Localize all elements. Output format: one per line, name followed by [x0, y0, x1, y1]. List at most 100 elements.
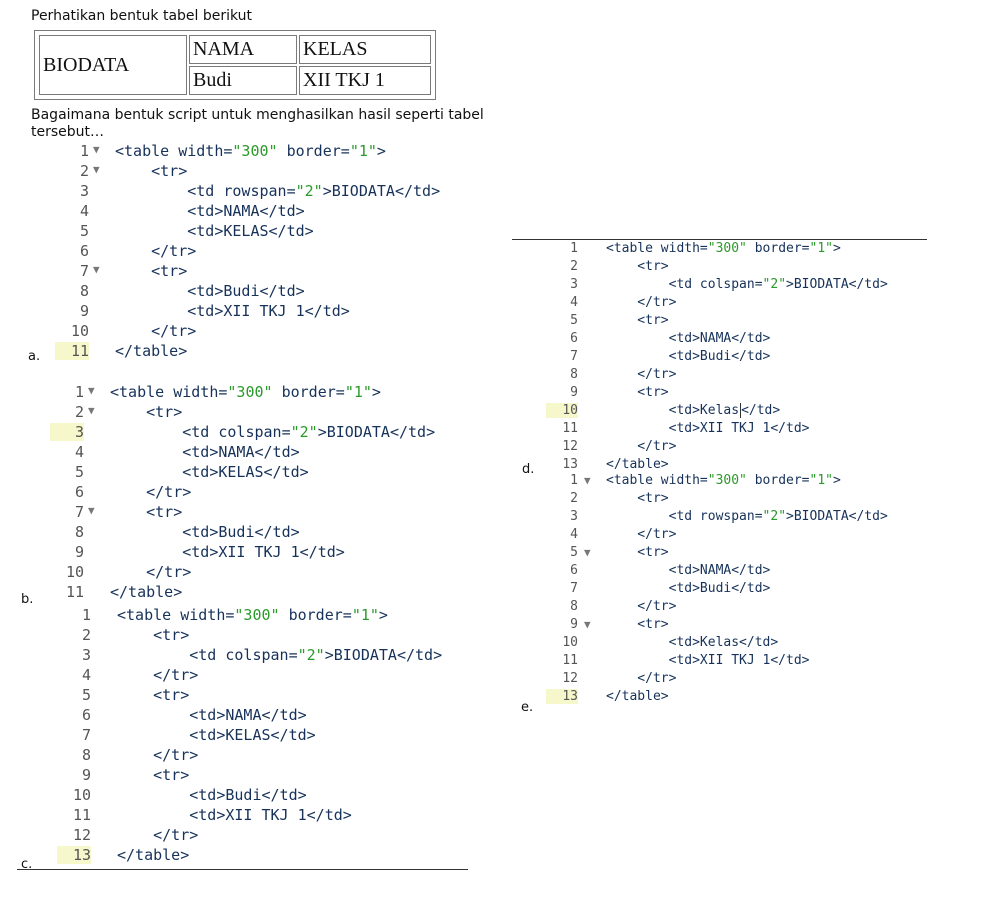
code-line: 1 ▼ <table width="300" border="1">	[55, 142, 475, 162]
code-text: <td>NAMA</td>	[606, 563, 771, 578]
code-text: <td>Kelas</td>	[606, 403, 781, 418]
code-text: <tr>	[606, 545, 669, 560]
code-line: 8 </tr>	[546, 599, 966, 617]
fold-arrow-icon[interactable]: ▼	[93, 143, 100, 156]
line-number: 8	[74, 523, 84, 541]
code-line: 8 <td>Budi</td>	[50, 523, 470, 543]
cell-xii: XII TKJ 1	[299, 66, 431, 95]
code-line: 7 ▼ <tr>	[55, 262, 475, 282]
fold-arrow-icon[interactable]: ▼	[88, 404, 95, 417]
code-line: 11 </table>	[50, 583, 470, 603]
code-text: <table width="300" border="1">	[117, 606, 388, 624]
option-label-d[interactable]: d.	[522, 462, 534, 477]
code-text: </tr>	[115, 322, 197, 340]
line-number: 6	[79, 242, 89, 260]
code-text: <td>NAMA</td>	[110, 443, 300, 461]
code-line: 7 ▼ <tr>	[50, 503, 470, 523]
line-number: 10	[65, 563, 84, 581]
code-text: </tr>	[606, 527, 677, 542]
code-line: 4 </tr>	[546, 527, 966, 545]
line-number: 9	[81, 766, 91, 784]
option-label-e[interactable]: e.	[521, 700, 533, 715]
code-text: <tr>	[117, 626, 190, 644]
line-number: 7	[570, 581, 578, 596]
code-text: <table width="300" border="1">	[110, 383, 381, 401]
option-label-a[interactable]: a.	[28, 349, 40, 364]
code-text: <td>Budi</td>	[606, 581, 771, 596]
fold-arrow-icon[interactable]: ▼	[584, 618, 591, 631]
line-number: 10	[70, 322, 89, 340]
cell-kelas: KELAS	[299, 35, 431, 64]
code-line: 9 <tr>	[57, 766, 477, 786]
code-text: </tr>	[606, 367, 677, 382]
line-number: 13	[562, 457, 578, 472]
code-text: </tr>	[115, 242, 197, 260]
line-number: 10	[562, 635, 578, 650]
code-line: 3 <td colspan="2">BIODATA</td>	[546, 277, 966, 295]
line-number: 5	[74, 463, 84, 481]
code-text: <table width="300" border="1">	[606, 241, 841, 256]
code-line: 10 <td>Budi</td>	[57, 786, 477, 806]
code-line: 11 </table>	[55, 342, 475, 362]
code-text: </tr>	[117, 826, 199, 844]
fold-arrow-icon[interactable]: ▼	[88, 504, 95, 517]
line-number: 5	[570, 545, 578, 560]
code-line: 3 <td rowspan="2">BIODATA</td>	[55, 182, 475, 202]
line-number: 2	[570, 491, 578, 506]
code-text: </tr>	[110, 483, 192, 501]
line-number: 2	[74, 403, 84, 421]
line-number: 6	[74, 483, 84, 501]
code-text: <tr>	[606, 385, 669, 400]
code-line: 4 <td>NAMA</td>	[50, 443, 470, 463]
code-line: 2 <tr>	[546, 491, 966, 509]
code-line: 4 </tr>	[57, 666, 477, 686]
line-number: 4	[79, 202, 89, 220]
cell-budi: Budi	[189, 66, 297, 95]
line-number: 7	[74, 503, 84, 521]
code-text: <tr>	[115, 262, 188, 280]
code-line: 9 ▼ <tr>	[546, 617, 966, 635]
code-line: 7 <td>Budi</td>	[546, 349, 966, 367]
code-line: 4 </tr>	[546, 295, 966, 313]
line-number: 8	[79, 282, 89, 300]
code-line: 8 </tr>	[57, 746, 477, 766]
code-line: 12 </tr>	[546, 671, 966, 689]
code-line: 3 <td colspan="2">BIODATA</td>	[50, 423, 470, 443]
code-text: <td>KELAS</td>	[115, 222, 314, 240]
code-text: <td>NAMA</td>	[606, 331, 771, 346]
code-text: <td colspan="2">BIODATA</td>	[117, 646, 443, 664]
line-number: 2	[81, 626, 91, 644]
line-number: 9	[570, 385, 578, 400]
line-number: 6	[81, 706, 91, 724]
line-number: 9	[570, 617, 578, 632]
code-line: 2 ▼ <tr>	[50, 403, 470, 423]
code-line: 9 <td>XII TKJ 1</td>	[50, 543, 470, 563]
code-text: <td>XII TKJ 1</td>	[110, 543, 345, 561]
code-line: 6 <td>NAMA</td>	[546, 563, 966, 581]
question-title: Perhatikan bentuk tabel berikut	[31, 8, 253, 24]
code-text: </tr>	[117, 746, 199, 764]
line-number: 1	[570, 473, 578, 488]
code-line: 1 <table width="300" border="1">	[546, 241, 966, 259]
code-text: <td rowspan="2">BIODATA</td>	[115, 182, 441, 200]
code-line: 10 </tr>	[55, 322, 475, 342]
fold-arrow-icon[interactable]: ▼	[88, 384, 95, 397]
line-number: 12	[562, 439, 578, 454]
fold-arrow-icon[interactable]: ▼	[93, 263, 100, 276]
fold-arrow-icon[interactable]: ▼	[93, 163, 100, 176]
line-number: 7	[79, 262, 89, 280]
code-line: 9 <tr>	[546, 385, 966, 403]
line-number: 4	[74, 443, 84, 461]
fold-arrow-icon[interactable]: ▼	[584, 546, 591, 559]
line-number: 11	[65, 583, 84, 601]
option-label-b[interactable]: b.	[21, 592, 33, 607]
line-number: 3	[79, 182, 89, 200]
code-line: 1 ▼ <table width="300" border="1">	[50, 383, 470, 403]
code-line: 12 </tr>	[546, 439, 966, 457]
line-number: 10	[72, 786, 91, 804]
line-number: 10	[546, 403, 578, 418]
code-line: 11 <td>XII TKJ 1</td>	[546, 653, 966, 671]
line-number: 11	[562, 653, 578, 668]
fold-arrow-icon[interactable]: ▼	[584, 474, 591, 487]
code-text: <td>XII TKJ 1</td>	[606, 421, 810, 436]
